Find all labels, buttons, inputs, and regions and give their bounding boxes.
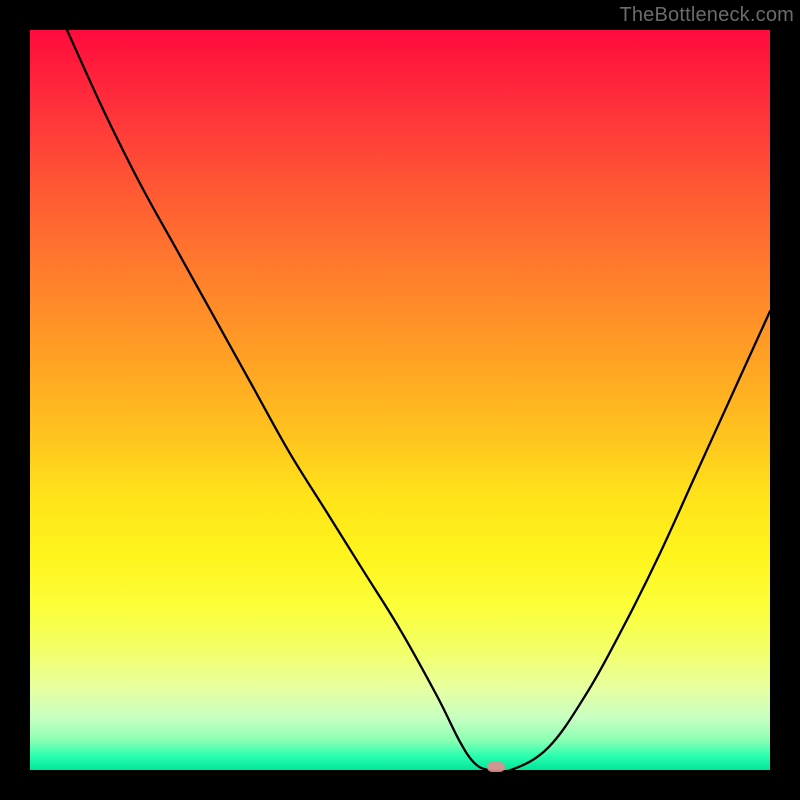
bottleneck-curve [30, 30, 770, 770]
optimal-marker [487, 762, 505, 772]
plot-area [30, 30, 770, 770]
watermark-text: TheBottleneck.com [619, 4, 794, 27]
chart-frame: TheBottleneck.com [0, 0, 800, 800]
curve-path [67, 30, 770, 770]
